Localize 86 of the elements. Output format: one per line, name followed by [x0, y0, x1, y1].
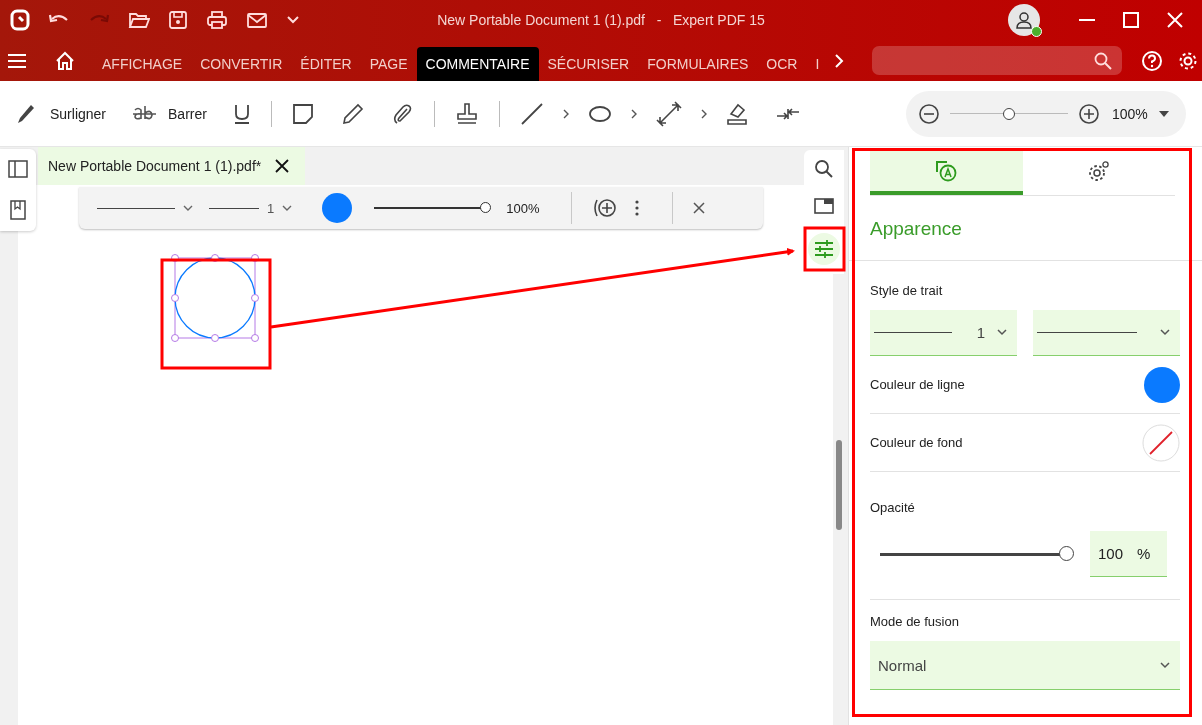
person-icon: [1015, 11, 1033, 29]
field-label: Style de trait: [870, 283, 944, 298]
close-icon[interactable]: [693, 202, 706, 214]
stamp-icon[interactable]: [454, 101, 479, 126]
chevron-right-icon[interactable]: [629, 107, 638, 120]
app-logo-icon[interactable]: [10, 9, 30, 31]
opacity-slider[interactable]: [880, 546, 1076, 562]
search-field[interactable]: [872, 46, 1123, 75]
paperclip-icon[interactable]: [391, 102, 414, 125]
opacity-value: 100%: [506, 200, 540, 216]
slider-thumb[interactable]: [480, 202, 492, 213]
field-label: Mode de fusion: [870, 614, 960, 629]
highlight-frame: [803, 226, 846, 272]
chevron-down-icon[interactable]: [286, 15, 300, 25]
ribbon-tab[interactable]: AFFICHAGE: [93, 47, 192, 81]
measure-icon[interactable]: [655, 100, 682, 127]
slider-thumb[interactable]: [1059, 546, 1074, 561]
more-icon[interactable]: [634, 200, 641, 216]
document-tab[interactable]: New Portable Document 1 (1).pdf*: [38, 147, 306, 185]
appearance-icon: [935, 159, 958, 182]
user-avatar[interactable]: [1008, 4, 1040, 36]
ribbon-tab[interactable]: PAGE: [360, 47, 417, 81]
field-label: Couleur de fond: [870, 435, 963, 450]
pencil-icon[interactable]: [341, 102, 364, 125]
menu-icon[interactable]: [7, 52, 27, 69]
window-title: New Portable Document 1 (1).pdf - Expert PDF 15: [437, 12, 765, 28]
ribbon-tab[interactable]: OCR: [757, 47, 807, 81]
ribbon-tab[interactable]: SÉCURISER: [538, 47, 639, 81]
maximize-icon[interactable]: [1122, 11, 1140, 29]
chevron-right-icon[interactable]: [699, 107, 708, 120]
highlight-tool[interactable]: Surligner: [16, 102, 107, 125]
sliders-icon: [814, 240, 834, 258]
sidebar-icon[interactable]: [8, 160, 28, 178]
selected-circle-shape[interactable]: [172, 255, 258, 341]
bookmark-icon[interactable]: [10, 200, 26, 220]
home-icon[interactable]: [55, 50, 75, 71]
chevron-down-icon: [997, 329, 1007, 336]
properties-button[interactable]: [808, 233, 840, 265]
ribbon-tab[interactable]: FORMULAIRES: [638, 47, 758, 81]
line-style-dropdown[interactable]: [97, 204, 193, 212]
no-color-swatch[interactable]: [1142, 423, 1180, 462]
caret-icon[interactable]: [1157, 109, 1170, 118]
save-icon[interactable]: [168, 10, 188, 30]
gears-icon: [1087, 159, 1110, 182]
field-label: Couleur de ligne: [870, 377, 965, 392]
line-icon[interactable]: [519, 101, 544, 126]
color-swatch[interactable]: [322, 193, 353, 223]
search-icon[interactable]: [814, 159, 834, 179]
chevron-down-icon: [1160, 661, 1170, 669]
blend-mode-dropdown[interactable]: Normal: [870, 641, 1180, 690]
note-icon[interactable]: [291, 102, 314, 125]
ribbon-tab[interactable]: I: [806, 47, 829, 81]
line-color-swatch[interactable]: [1144, 366, 1180, 403]
section-title: Apparence: [849, 196, 1202, 261]
line-width-dropdown[interactable]: 1: [209, 200, 293, 216]
slider-thumb[interactable]: [1002, 107, 1015, 120]
print-icon[interactable]: [206, 10, 228, 30]
folder-icon[interactable]: [128, 11, 150, 29]
eraser-icon[interactable]: [725, 101, 748, 126]
panel-icon[interactable]: [814, 197, 834, 215]
chevron-down-icon: [282, 204, 293, 212]
mail-icon[interactable]: [246, 12, 268, 28]
ellipse-icon[interactable]: [587, 104, 612, 123]
strikethrough-tool[interactable]: Barrer: [132, 103, 207, 124]
ribbon-tab[interactable]: ÉDITER: [291, 47, 361, 81]
zoom-in-icon[interactable]: [1078, 102, 1100, 125]
field-label: Opacité: [870, 500, 916, 515]
line-width-dropdown[interactable]: 1: [870, 310, 1017, 356]
scrollbar-thumb[interactable]: [836, 440, 842, 530]
chevron-right-icon[interactable]: [561, 107, 570, 120]
ribbon-tab[interactable]: CONVERTIR: [191, 47, 292, 81]
panel-tab[interactable]: [870, 150, 1023, 195]
opacity-slider[interactable]: [374, 202, 493, 214]
chevron-down-icon: [1160, 329, 1170, 336]
online-status-icon: [1031, 26, 1042, 37]
zoom-value: 100%: [1112, 105, 1148, 122]
ribbon-tab[interactable]: COMMENTAIRE: [416, 47, 539, 81]
add-icon[interactable]: [592, 197, 619, 219]
chevron-down-icon: [183, 204, 193, 212]
help-icon[interactable]: [1141, 49, 1164, 72]
close-icon[interactable]: [275, 159, 290, 173]
chevron-right-icon[interactable]: [834, 52, 845, 69]
underline-icon[interactable]: [232, 102, 251, 125]
zoom-out-icon[interactable]: [918, 102, 940, 125]
search-icon: [1094, 51, 1113, 70]
opacity-input[interactable]: 100 %: [1090, 531, 1167, 577]
